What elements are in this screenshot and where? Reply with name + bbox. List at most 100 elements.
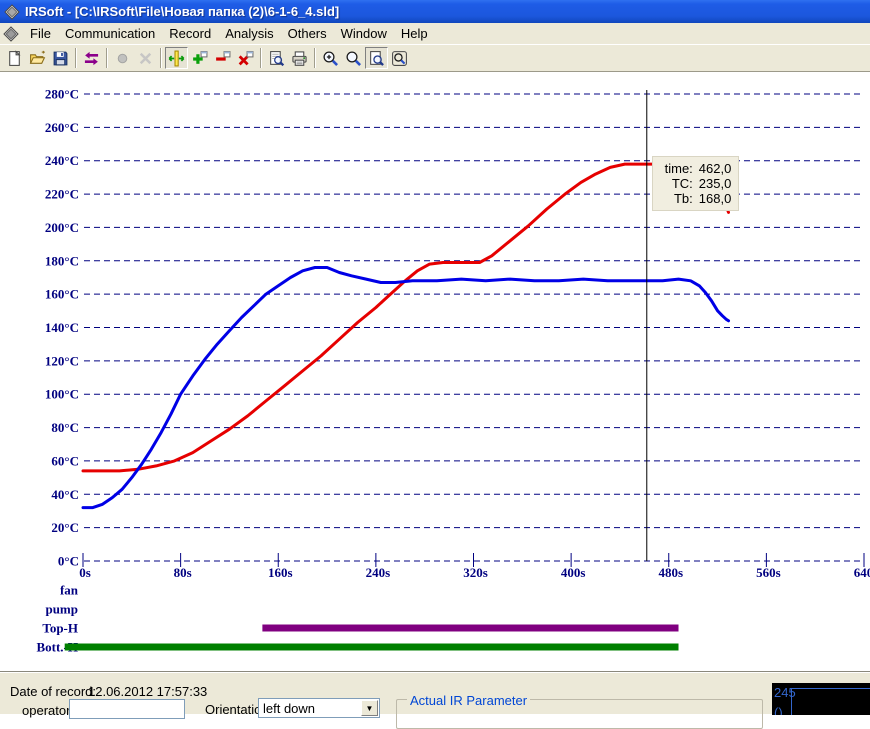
delete-curve-icon xyxy=(238,50,254,65)
operator-input[interactable] xyxy=(69,699,185,719)
fit-scale-icon xyxy=(168,50,185,66)
channel-label-fan: fan xyxy=(60,583,79,598)
save-button[interactable] xyxy=(49,47,72,69)
toolbar-separator xyxy=(75,48,77,68)
document-diamond-icon[interactable] xyxy=(3,25,19,42)
add-curve-icon xyxy=(193,50,208,64)
zoom-in-button[interactable] xyxy=(319,47,342,69)
y-tick-label: 220°C xyxy=(45,187,79,202)
x-tick-label: 640s xyxy=(854,565,870,580)
channel-label-pump: pump xyxy=(45,602,78,617)
toolbar-separator xyxy=(106,48,108,68)
menu-item-window[interactable]: Window xyxy=(334,24,394,43)
remove-curve-icon xyxy=(216,50,231,61)
menu-item-file[interactable]: File xyxy=(23,24,58,43)
y-tick-label: 140°C xyxy=(45,320,79,335)
y-tick-label: 0°C xyxy=(58,554,79,569)
menu-bar: File Communication Record Analysis Others Win… xyxy=(0,23,870,45)
x-tick-label: 160s xyxy=(268,565,293,580)
curve-Tb xyxy=(81,266,730,510)
app-diamond-icon xyxy=(4,3,20,20)
title-bar: IRSoft - [C:\IRSoft\File\Новая папка (2)… xyxy=(0,0,870,23)
zoom-in-icon xyxy=(323,50,338,66)
x-tick-label: 80s xyxy=(174,565,192,580)
add-curve-button[interactable] xyxy=(188,47,211,69)
tooltip-value: 168,0 xyxy=(698,191,732,206)
menu-item-analysis[interactable]: Analysis xyxy=(218,24,280,43)
new-document-icon xyxy=(9,49,21,66)
y-tick-label: 60°C xyxy=(51,453,79,468)
menu-item-others[interactable]: Others xyxy=(281,24,334,43)
y-tick-label: 40°C xyxy=(51,487,79,502)
toolbar xyxy=(0,45,870,72)
cancel-x-button xyxy=(134,47,157,69)
temperature-chart[interactable]: 0°C 20°C 40°C 60°C 80°C 100°C 120°C 140°C 160°C 1… xyxy=(0,74,870,671)
toolbar-separator xyxy=(260,48,262,68)
open-file-button[interactable] xyxy=(26,47,49,69)
cancel-x-icon xyxy=(139,52,152,64)
tooltip-row: TC: 235,0 xyxy=(659,176,732,191)
y-tick-label: 20°C xyxy=(51,520,79,535)
new-document-button[interactable] xyxy=(3,47,26,69)
curve-TC xyxy=(81,162,730,473)
irsoft-window: { "window": { "title": "IRSoft - [C:\\IR… xyxy=(0,0,870,729)
ir-image-frame xyxy=(791,688,870,715)
zoom-icon xyxy=(346,50,361,66)
x-tick-label: 320s xyxy=(463,565,488,580)
transfer-icon xyxy=(84,51,99,65)
page-zoom-button[interactable] xyxy=(365,47,388,69)
orientation-select[interactable]: left down ▼ xyxy=(258,698,380,718)
y-tick-label: 180°C xyxy=(45,253,79,268)
tooltip-value: 462,0 xyxy=(698,161,732,176)
toolbar-separator xyxy=(160,48,162,68)
y-tick-label: 160°C xyxy=(45,287,79,302)
operator-label: operator xyxy=(22,703,71,718)
x-tick-label: 480s xyxy=(658,565,683,580)
print-preview-button[interactable] xyxy=(265,47,288,69)
y-tick-label: 280°C xyxy=(45,87,79,102)
menu-item-help[interactable]: Help xyxy=(394,24,435,43)
record-dot-button xyxy=(111,47,134,69)
channel-label-top-h: Top-H xyxy=(42,621,78,636)
record-dot-icon xyxy=(117,53,128,63)
y-tick-label: 80°C xyxy=(51,420,79,435)
page-zoom-icon xyxy=(370,50,384,66)
x-tick-label: 400s xyxy=(561,565,586,580)
y-tick-label: 200°C xyxy=(45,220,79,235)
window-title: IRSoft - [C:\IRSoft\File\Новая папка (2)… xyxy=(25,4,340,19)
transfer-button[interactable] xyxy=(80,47,103,69)
toolbar-separator xyxy=(314,48,316,68)
delete-curve-button[interactable] xyxy=(234,47,257,69)
ir-image-panel[interactable]: 245 () xyxy=(772,683,870,715)
y-tick-label: 240°C xyxy=(45,153,79,168)
y-tick-label: 100°C xyxy=(45,387,79,402)
menu-item-communication[interactable]: Communication xyxy=(58,24,162,43)
channel-bar-top-h xyxy=(262,624,679,632)
chart-area[interactable]: 0°C 20°C 40°C 60°C 80°C 100°C 120°C 140°C 160°C 1… xyxy=(0,72,870,671)
actual-ir-parameter-groupbox: Actual IR Parameter xyxy=(396,693,763,729)
tooltip-row: Tb: 168,0 xyxy=(659,191,732,206)
zoom-window-icon xyxy=(392,50,407,66)
x-tick-label: 0s xyxy=(79,565,91,580)
zoom-button[interactable] xyxy=(342,47,365,69)
print-button[interactable] xyxy=(288,47,311,69)
zoom-window-button[interactable] xyxy=(388,47,411,69)
status-panel: Date of record: 12.06.2012 17:57:33 oper… xyxy=(0,671,870,729)
date-of-record-value: 12.06.2012 17:57:33 xyxy=(88,684,208,699)
y-tick-label: 120°C xyxy=(45,353,79,368)
chevron-down-icon: ▼ xyxy=(365,703,374,713)
remove-curve-button[interactable] xyxy=(211,47,234,69)
tooltip-label: Tb: xyxy=(673,191,693,206)
save-icon xyxy=(53,51,68,65)
channel-bar-bott.-h xyxy=(64,643,679,651)
x-tick-label: 240s xyxy=(366,565,391,580)
menu-item-record[interactable]: Record xyxy=(162,24,218,43)
x-tick-label: 560s xyxy=(756,565,781,580)
tooltip-value: 235,0 xyxy=(698,176,732,191)
fit-scale-button[interactable] xyxy=(165,47,188,69)
tooltip-label: time: xyxy=(664,161,693,176)
y-tick-label: 260°C xyxy=(45,120,79,135)
cursor-tooltip: time: 462,0 TC: 235,0 Tb: 168,0 xyxy=(651,156,740,211)
print-preview-icon xyxy=(270,50,285,66)
tooltip-label: TC: xyxy=(671,176,693,191)
